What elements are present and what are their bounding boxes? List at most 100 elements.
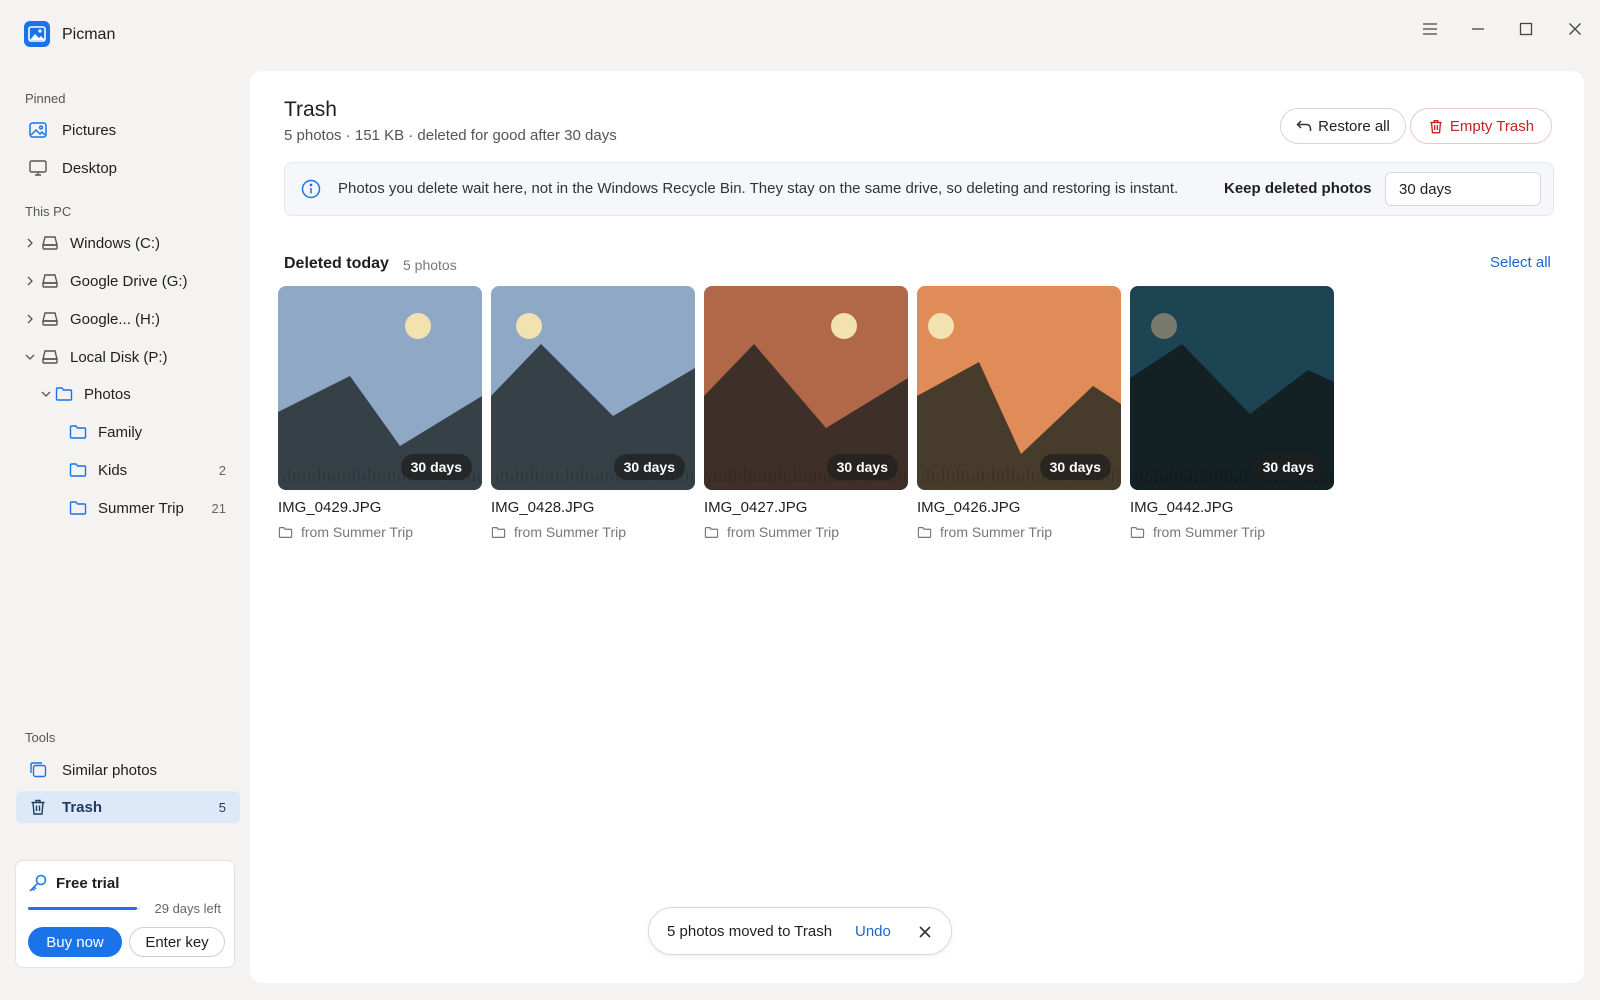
folder-icon [68,422,88,442]
group-title: Deleted today [284,255,389,272]
chevron-down-icon[interactable] [40,388,52,400]
sidebar-item-folder-summer-trip[interactable]: Summer Trip 21 [16,492,240,524]
folder-icon [491,526,506,538]
page-title: Trash [284,98,337,121]
maximize-button[interactable] [1506,9,1546,49]
app-logo-icon [24,21,50,47]
close-icon [1569,23,1581,35]
pinned-section-label: Pinned [25,91,66,106]
sidebar-item-folder-family[interactable]: Family [16,416,240,448]
photo-card[interactable]: 30 days IMG_0427.JPG from Summer Trip [704,286,908,540]
sidebar-item-folder-photos[interactable]: Photos [16,378,240,410]
empty-trash-button[interactable]: Empty Trash [1410,108,1552,144]
photo-card[interactable]: 30 days IMG_0428.JPG from Summer Trip [491,286,695,540]
photo-origin-label: from Summer Trip [301,524,414,540]
select-all-link[interactable]: Select all [1490,254,1551,271]
info-text: Photos you delete wait here, not in the … [338,180,1179,197]
buy-now-button[interactable]: Buy now [28,927,122,957]
photo-origin-label: from Summer Trip [940,524,1053,540]
days-remaining-badge: 30 days [613,454,685,480]
app-title: Picman [62,26,116,43]
sidebar-item-drive-c[interactable]: Windows (C:) [16,227,240,259]
photo-thumbnail[interactable]: 30 days [1130,286,1334,490]
undo-arrow-icon [1296,120,1312,131]
photo-filename: IMG_0427.JPG [704,499,808,516]
menu-button[interactable] [1410,9,1450,49]
sidebar-item-drive-g[interactable]: Google Drive (G:) [16,265,240,297]
folder-icon [278,526,293,538]
trial-days-left: 29 days left [154,901,222,916]
minimize-button[interactable] [1458,9,1498,49]
photo-thumbnail[interactable]: 30 days [278,286,482,490]
trial-progress-fill [28,907,137,910]
free-trial-card: Free trial 29 days left Buy now Enter ke… [15,860,235,968]
keep-deleted-select[interactable]: 30 days [1385,172,1541,206]
restore-all-button[interactable]: Restore all [1280,108,1406,144]
drive-icon [40,271,60,291]
maximize-icon [1519,22,1533,36]
photo-origin-label: from Summer Trip [1153,524,1266,540]
photo-origin: from Summer Trip [704,524,839,540]
photo-card[interactable]: 30 days IMG_0442.JPG from Summer Trip [1130,286,1334,540]
folder-icon [1130,526,1145,538]
photo-thumbnail[interactable]: 30 days [917,286,1121,490]
sidebar-item-label: Kids [98,461,128,479]
sidebar-item-label: Google Drive (G:) [70,272,188,290]
sidebar-item-similar-photos[interactable]: Similar photos [16,754,240,786]
photo-card[interactable]: 30 days IMG_0429.JPG from Summer Trip [278,286,482,540]
monitor-icon [28,158,48,178]
folder-icon [54,384,74,404]
sidebar-item-drive-p[interactable]: Local Disk (P:) [16,341,240,373]
sidebar-item-label: Google... (H:) [70,310,161,328]
photo-thumbnail[interactable]: 30 days [491,286,695,490]
enter-key-button[interactable]: Enter key [129,927,225,957]
toast-undo-button[interactable]: Undo [855,923,891,940]
sidebar-item-label: Photos [84,385,131,403]
sidebar-item-label: Windows (C:) [70,234,161,252]
drive-icon [40,233,60,253]
photo-card[interactable]: 30 days IMG_0426.JPG from Summer Trip [917,286,1121,540]
days-remaining-badge: 30 days [1252,454,1324,480]
chevron-right-icon[interactable] [24,237,36,249]
info-banner: Photos you delete wait here, not in the … [284,162,1554,216]
sidebar-item-label: Summer Trip [98,499,184,517]
toast-notification: 5 photos moved to Trash Undo [648,907,952,955]
restore-all-label: Restore all [1318,117,1390,135]
sidebar-item-desktop[interactable]: Desktop [16,152,240,184]
chevron-right-icon[interactable] [24,275,36,287]
photo-thumbnail[interactable]: 30 days [704,286,908,490]
main-panel: Trash 5 photos · 151 KB · deleted for go… [250,71,1584,983]
toast-text: 5 photos moved to Trash [667,923,833,940]
close-icon [919,926,931,938]
close-window-button[interactable] [1555,9,1595,49]
sidebar-item-label: Pictures [62,121,117,139]
tools-section-label: Tools [25,730,56,745]
folder-icon [704,526,719,538]
sidebar-item-pictures[interactable]: Pictures [16,114,240,146]
sidebar-item-trash[interactable]: Trash 5 [16,791,240,823]
info-icon [301,179,321,199]
key-icon [29,874,47,892]
photo-origin-label: from Summer Trip [727,524,840,540]
photo-filename: IMG_0442.JPG [1130,499,1234,516]
chevron-right-icon[interactable] [24,313,36,325]
photo-filename: IMG_0429.JPG [278,499,382,516]
sidebar-item-drive-h[interactable]: Google... (H:) [16,303,240,335]
hamburger-icon [1423,23,1437,35]
photo-origin: from Summer Trip [1130,524,1265,540]
chevron-down-icon[interactable] [24,351,36,363]
folder-count: 2 [218,462,226,478]
photo-origin: from Summer Trip [491,524,626,540]
page-subtitle: 5 photos · 151 KB · deleted for good aft… [284,127,617,144]
photo-filename: IMG_0428.JPG [491,499,595,516]
sidebar-item-folder-kids[interactable]: Kids 2 [16,454,240,486]
days-remaining-badge: 30 days [1039,454,1111,480]
similar-photos-icon [28,760,48,780]
sidebar-item-label: Family [98,423,143,441]
photo-origin: from Summer Trip [278,524,413,540]
minimize-icon [1472,28,1484,30]
empty-trash-label: Empty Trash [1449,117,1535,135]
toast-close-button[interactable] [915,922,935,942]
sidebar-item-label: Trash [62,798,103,816]
folder-icon [68,460,88,480]
